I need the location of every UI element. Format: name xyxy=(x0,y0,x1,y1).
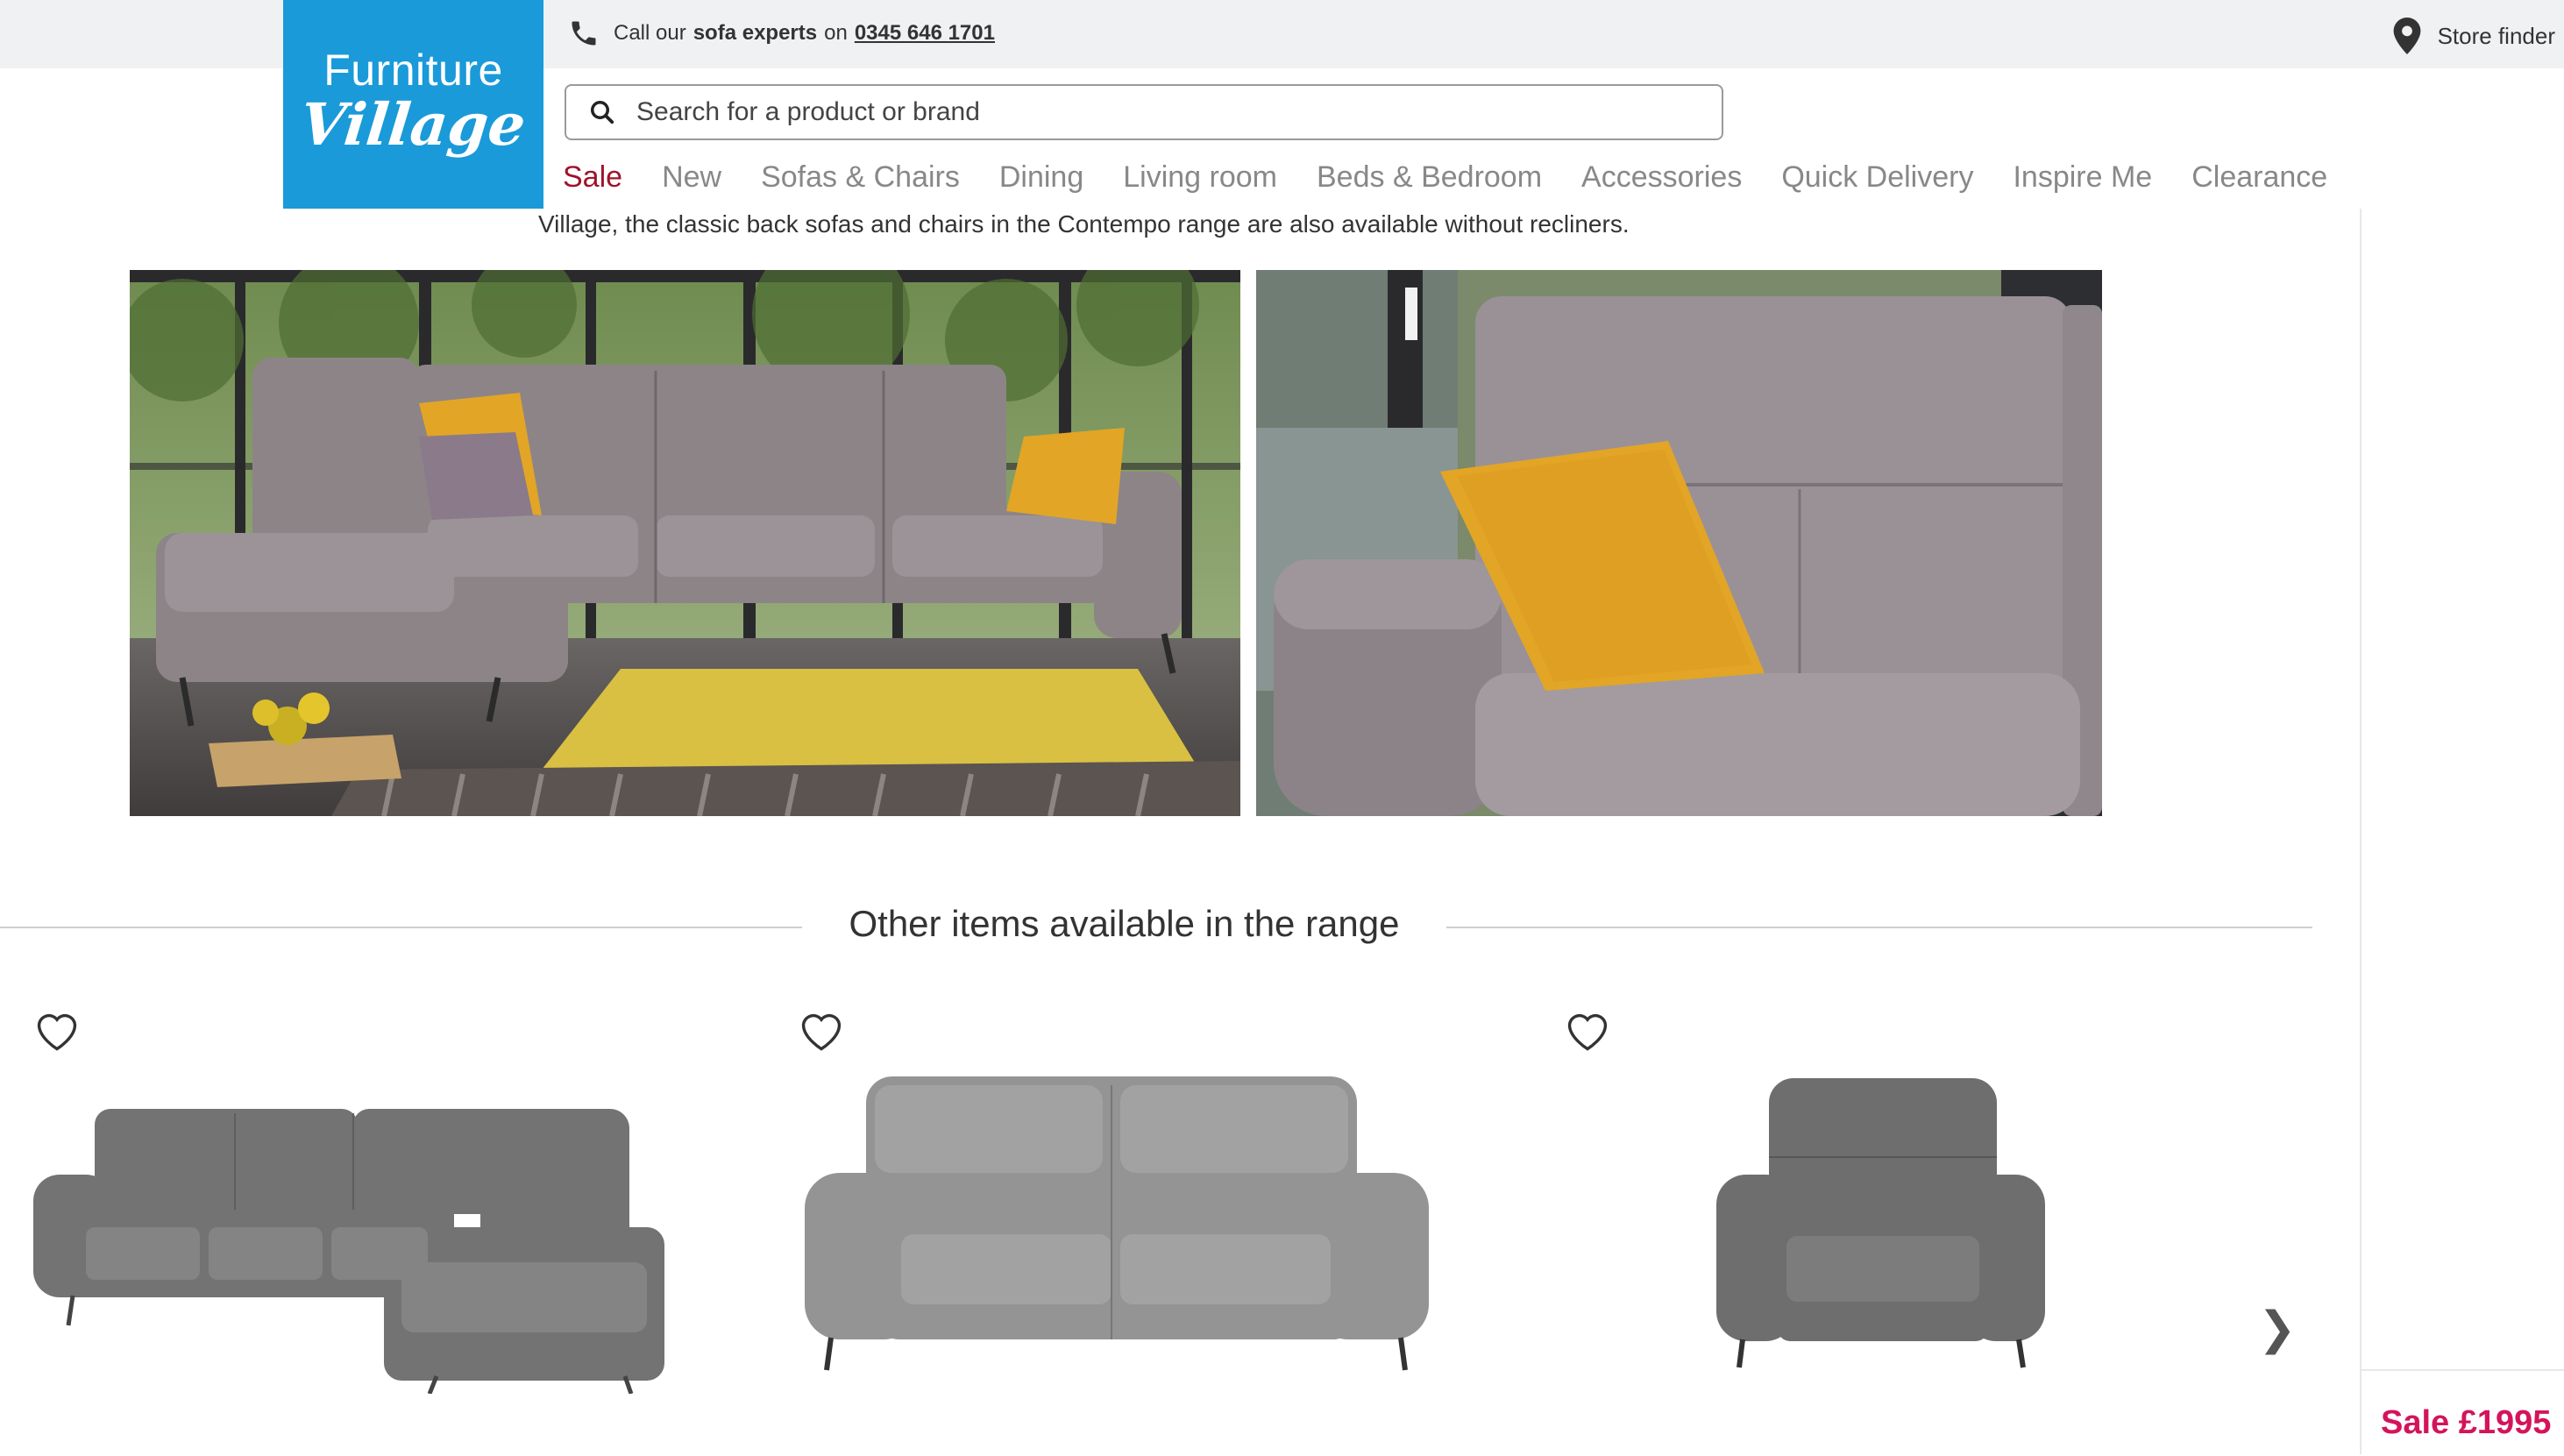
nav-item-accessories[interactable]: Accessories xyxy=(1581,160,1742,195)
heart-outline-icon[interactable] xyxy=(796,1008,847,1052)
contact-prefix: Call our xyxy=(614,21,686,45)
product-card-armchair[interactable] xyxy=(1562,1008,1613,1056)
heart-outline-icon[interactable] xyxy=(32,1008,82,1052)
main-nav: Sale New Sofas & Chairs Dining Living ro… xyxy=(563,156,2367,198)
store-finder-link[interactable]: Store finder xyxy=(2392,18,2555,54)
armchair-closeup-photo xyxy=(1256,270,2102,816)
product-card-corner-sofa[interactable] xyxy=(32,1008,82,1056)
range-heading: Other items available in the range xyxy=(849,903,1400,944)
nav-item-quick-delivery[interactable]: Quick Delivery xyxy=(1781,160,1973,195)
store-finder-label: Store finder xyxy=(2437,22,2555,49)
nav-item-clearance[interactable]: Clearance xyxy=(2191,160,2327,195)
range-lifestyle-image xyxy=(130,270,1240,816)
nav-item-dining[interactable]: Dining xyxy=(999,160,1083,195)
contact-joiner: on xyxy=(824,21,848,45)
nav-item-sale[interactable]: Sale xyxy=(563,160,622,195)
sticky-price-panel: Sale £1995 xyxy=(2362,1369,2564,1456)
contact-line: Call our sofa experts on 0345 646 1701 xyxy=(568,16,995,51)
location-pin-icon xyxy=(2393,18,2420,54)
corner-sofa-room-photo xyxy=(130,270,1240,816)
corner-sofa-image[interactable] xyxy=(33,1096,673,1394)
nav-item-beds-bedroom[interactable]: Beds & Bedroom xyxy=(1317,160,1542,195)
heading-rule-right xyxy=(1446,927,2312,928)
brand-logo-line2: Village xyxy=(297,90,529,159)
nav-item-inspire-me[interactable]: Inspire Me xyxy=(2013,160,2152,195)
heading-rule-left xyxy=(0,927,802,928)
search-box[interactable] xyxy=(565,84,1723,140)
chevron-right-icon[interactable]: ❯ xyxy=(2258,1303,2297,1355)
product-card-three-seater[interactable] xyxy=(796,1008,847,1056)
nav-item-living-room[interactable]: Living room xyxy=(1123,160,1277,195)
range-description: Village, the classic back sofas and chai… xyxy=(538,210,1630,238)
three-seater-sofa-image[interactable] xyxy=(805,1076,1429,1374)
search-input[interactable] xyxy=(635,96,1690,128)
brand-logo[interactable]: Furniture Village xyxy=(283,0,543,209)
search-icon xyxy=(591,101,614,124)
heart-outline-icon[interactable] xyxy=(1562,1008,1613,1052)
sale-price: Sale £1995 xyxy=(2381,1404,2552,1441)
phone-number-link[interactable]: 0345 646 1701 xyxy=(855,21,995,46)
sidebar-divider xyxy=(2360,209,2362,1454)
nav-item-sofas-chairs[interactable]: Sofas & Chairs xyxy=(761,160,960,195)
phone-icon xyxy=(572,21,596,46)
contact-emphasis: sofa experts xyxy=(692,21,818,45)
brand-logo-line1: Furniture xyxy=(323,46,503,95)
nav-item-new[interactable]: New xyxy=(662,160,721,195)
range-detail-image xyxy=(1256,270,2102,816)
armchair-image[interactable] xyxy=(1716,1078,2045,1376)
